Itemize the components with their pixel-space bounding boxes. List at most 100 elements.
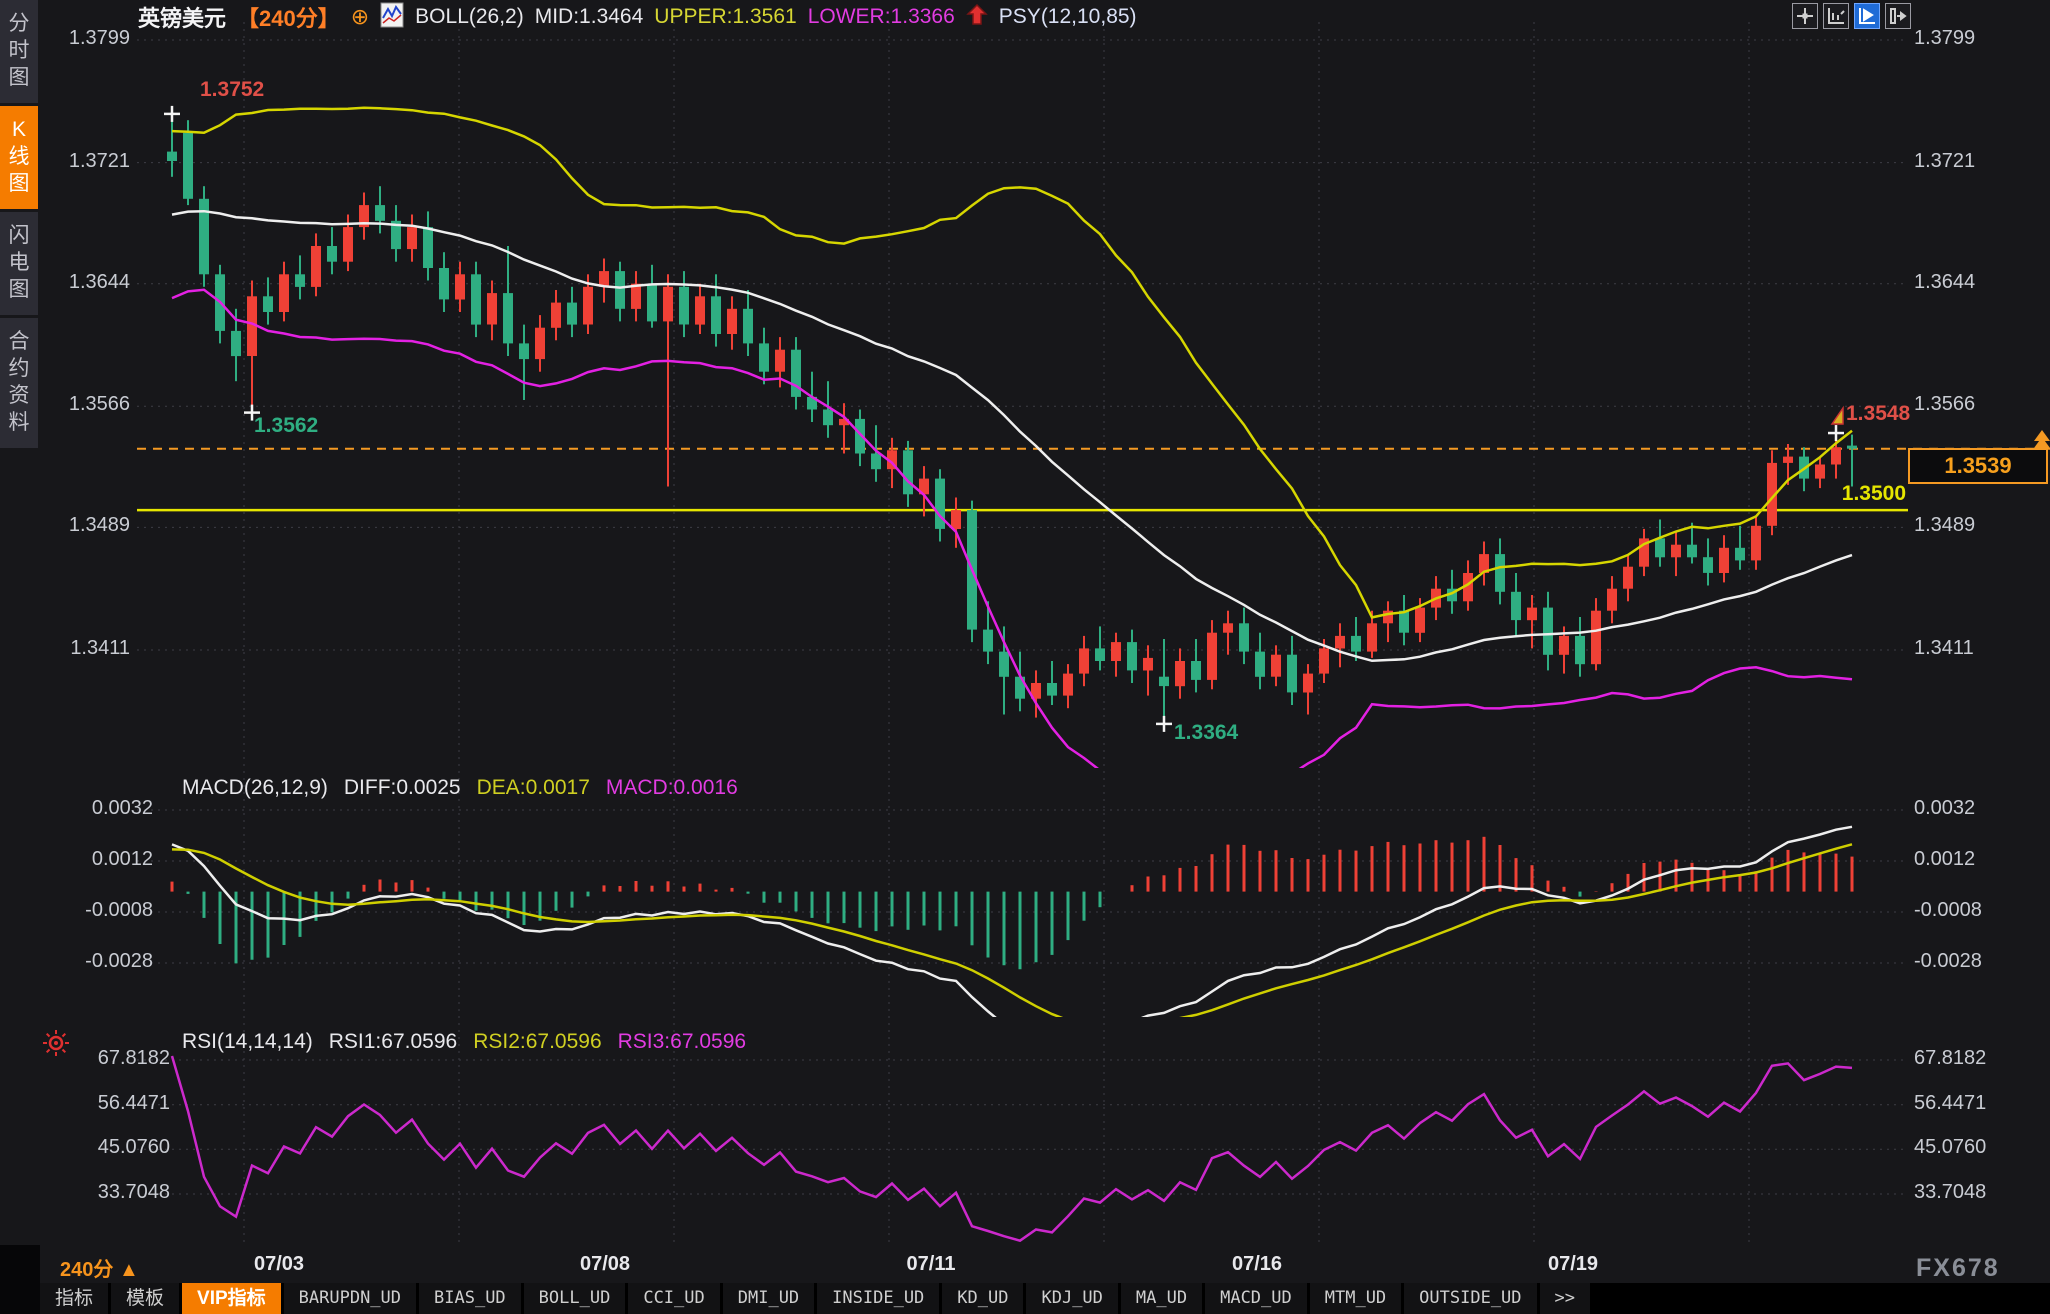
x-axis-date-label: 07/11 [886,1253,976,1276]
period-badge[interactable]: 【240分】 [237,1,340,33]
sidebar-item-char: 合 [0,328,38,355]
sidebar-item-char: 时 [0,37,38,64]
brand-watermark: FX678 [1916,1254,2000,1283]
sidebar-item-char: 料 [0,409,38,436]
high-price-annotation: 1.3752 [200,78,264,102]
chart-canvas[interactable] [0,0,2050,1314]
x-axis-date-label: 07/19 [1528,1253,1618,1276]
mini-chart-icon[interactable] [380,2,404,33]
tab-BOLL_UD[interactable]: BOLL_UD [524,1283,626,1314]
low1-price-annotation: 1.3562 [254,414,318,438]
tab-CCI_UD[interactable]: CCI_UD [628,1283,719,1314]
price-axis-label-right: 1.3566 [1914,393,1975,416]
rsi-axis-label-right: 67.8182 [1914,1047,1986,1070]
boll-label: BOLL(26,2) [415,5,524,29]
price-axis-label-left: 1.3644 [40,271,130,294]
rsi-axis-label-left: 56.4471 [40,1092,170,1115]
tab-VIP指标[interactable]: VIP指标 [182,1283,281,1314]
macd-title: MACD(26,12,9) [182,776,328,800]
indicator-tab-bar: 指标模板VIP指标BARUPDN_UDBIAS_UDBOLL_UDCCI_UDD… [40,1283,2050,1314]
crosshair-icon[interactable] [1792,3,1818,29]
tab-MA_UD[interactable]: MA_UD [1121,1283,1202,1314]
macd-axis-label-right: 0.0012 [1914,848,1975,871]
rsi-axis-label-right: 45.0760 [1914,1136,1986,1159]
sidebar-item-char: 电 [0,249,38,276]
price-axis-label-left: 1.3566 [40,393,130,416]
macd-axis-label-right: 0.0032 [1914,797,1975,820]
macd-value: MACD:0.0016 [606,776,738,800]
macd-axis-label-left: 0.0012 [40,848,153,871]
tab->>[interactable]: >> [1540,1283,1590,1314]
price-axis-label-left: 1.3799 [40,27,130,50]
recent-high-annotation: 1.3548 [1846,402,1910,426]
sidebar-item-char: 图 [0,276,38,303]
rsi3-value: RSI3:67.0596 [618,1030,746,1054]
sidebar-item-char: 资 [0,382,38,409]
tab-模板[interactable]: 模板 [111,1283,179,1314]
chart-toolbar [1792,3,1911,29]
sidebar-item-分时图[interactable]: 分时图 [0,0,38,103]
boll-lower-value: LOWER:1.3366 [808,5,955,29]
macd-axis-label-left: -0.0008 [40,899,153,922]
x-axis-date-label: 07/16 [1212,1253,1302,1276]
macd-axis-label-right: -0.0008 [1914,899,1982,922]
target-icon[interactable]: ⊕ [351,6,369,28]
support-level-label: 1.3500 [1828,482,1906,506]
macd-axis-label-left: -0.0028 [40,950,153,973]
price-axis-label-left: 1.3411 [40,637,130,660]
macd-axis-label-right: -0.0028 [1914,950,1982,973]
sidebar-item-char: 分 [0,10,38,37]
sidebar-item-char: K [0,116,38,143]
tab-KDJ_UD[interactable]: KDJ_UD [1026,1283,1117,1314]
price-axis-label-right: 1.3411 [1914,637,1974,660]
axis-play-icon[interactable] [1854,3,1880,29]
tab-MACD_UD[interactable]: MACD_UD [1205,1283,1307,1314]
sidebar-item-闪电图[interactable]: 闪电图 [0,212,38,315]
main-chart-legend: 英镑美元 【240分】 ⊕ BOLL(26,2) MID:1.3464 UPPE… [138,2,1137,32]
sidebar-item-char: 图 [0,64,38,91]
psy-label: PSY(12,10,85) [999,5,1137,29]
price-axis-label-right: 1.3799 [1914,27,1975,50]
macd-diff-value: DIFF:0.0025 [344,776,461,800]
tab-BARUPDN_UD[interactable]: BARUPDN_UD [284,1283,416,1314]
macd-dea-value: DEA:0.0017 [477,776,590,800]
rsi-title: RSI(14,14,14) [182,1030,313,1054]
sidebar-item-char: 线 [0,143,38,170]
tab-INSIDE_UD[interactable]: INSIDE_UD [817,1283,939,1314]
sidebar-item-K线图[interactable]: K线图 [0,106,38,209]
boll-upper-value: UPPER:1.3561 [654,5,796,29]
macd-axis-label-left: 0.0032 [40,797,153,820]
x-axis-date-label: 07/08 [560,1253,650,1276]
rsi-axis-label-right: 33.7048 [1914,1181,1986,1204]
rsi-axis-label-left: 33.7048 [40,1181,170,1204]
axis-shift-icon[interactable] [1885,3,1911,29]
rsi1-value: RSI1:67.0596 [329,1030,457,1054]
tab-KD_UD[interactable]: KD_UD [942,1283,1023,1314]
tab-MTM_UD[interactable]: MTM_UD [1310,1283,1401,1314]
alert-sun-icon[interactable] [42,1029,70,1062]
rsi-axis-label-right: 56.4471 [1914,1092,1986,1115]
x-axis-date-label: 07/03 [234,1253,324,1276]
macd-panel-header: MACD(26,12,9) DIFF:0.0025 DEA:0.0017 MAC… [182,776,738,800]
symbol-title: 英镑美元 [138,1,226,33]
price-axis-label-left: 1.3489 [40,514,130,537]
price-axis-label-right: 1.3489 [1914,514,1975,537]
rsi-panel-header: RSI(14,14,14) RSI1:67.0596 RSI2:67.0596 … [182,1030,746,1054]
low2-price-annotation: 1.3364 [1174,721,1238,745]
price-axis-label-left: 1.3721 [40,150,130,173]
arrow-up-icon [966,3,988,32]
boll-mid-value: MID:1.3464 [535,5,644,29]
tab-BIAS_UD[interactable]: BIAS_UD [419,1283,521,1314]
tab-DMI_UD[interactable]: DMI_UD [723,1283,814,1314]
tab-指标[interactable]: 指标 [40,1283,108,1314]
chart-type-sidebar: 分时图K线图闪电图合约资料 [0,0,38,1245]
tabbar-corner [0,1245,40,1314]
footer-period-selector[interactable]: 240分 ▲ [60,1253,139,1282]
sidebar-item-char: 约 [0,355,38,382]
current-price-box: 1.3539 [1908,448,2048,484]
sidebar-item-合约资料[interactable]: 合约资料 [0,318,38,448]
tab-OUTSIDE_UD[interactable]: OUTSIDE_UD [1404,1283,1536,1314]
sidebar-item-char: 图 [0,170,38,197]
axis-scale-icon[interactable] [1823,3,1849,29]
trading-app-window: 分时图K线图闪电图合约资料 英镑美元 【240分】 ⊕ BOLL(26,2) M… [0,0,2050,1314]
